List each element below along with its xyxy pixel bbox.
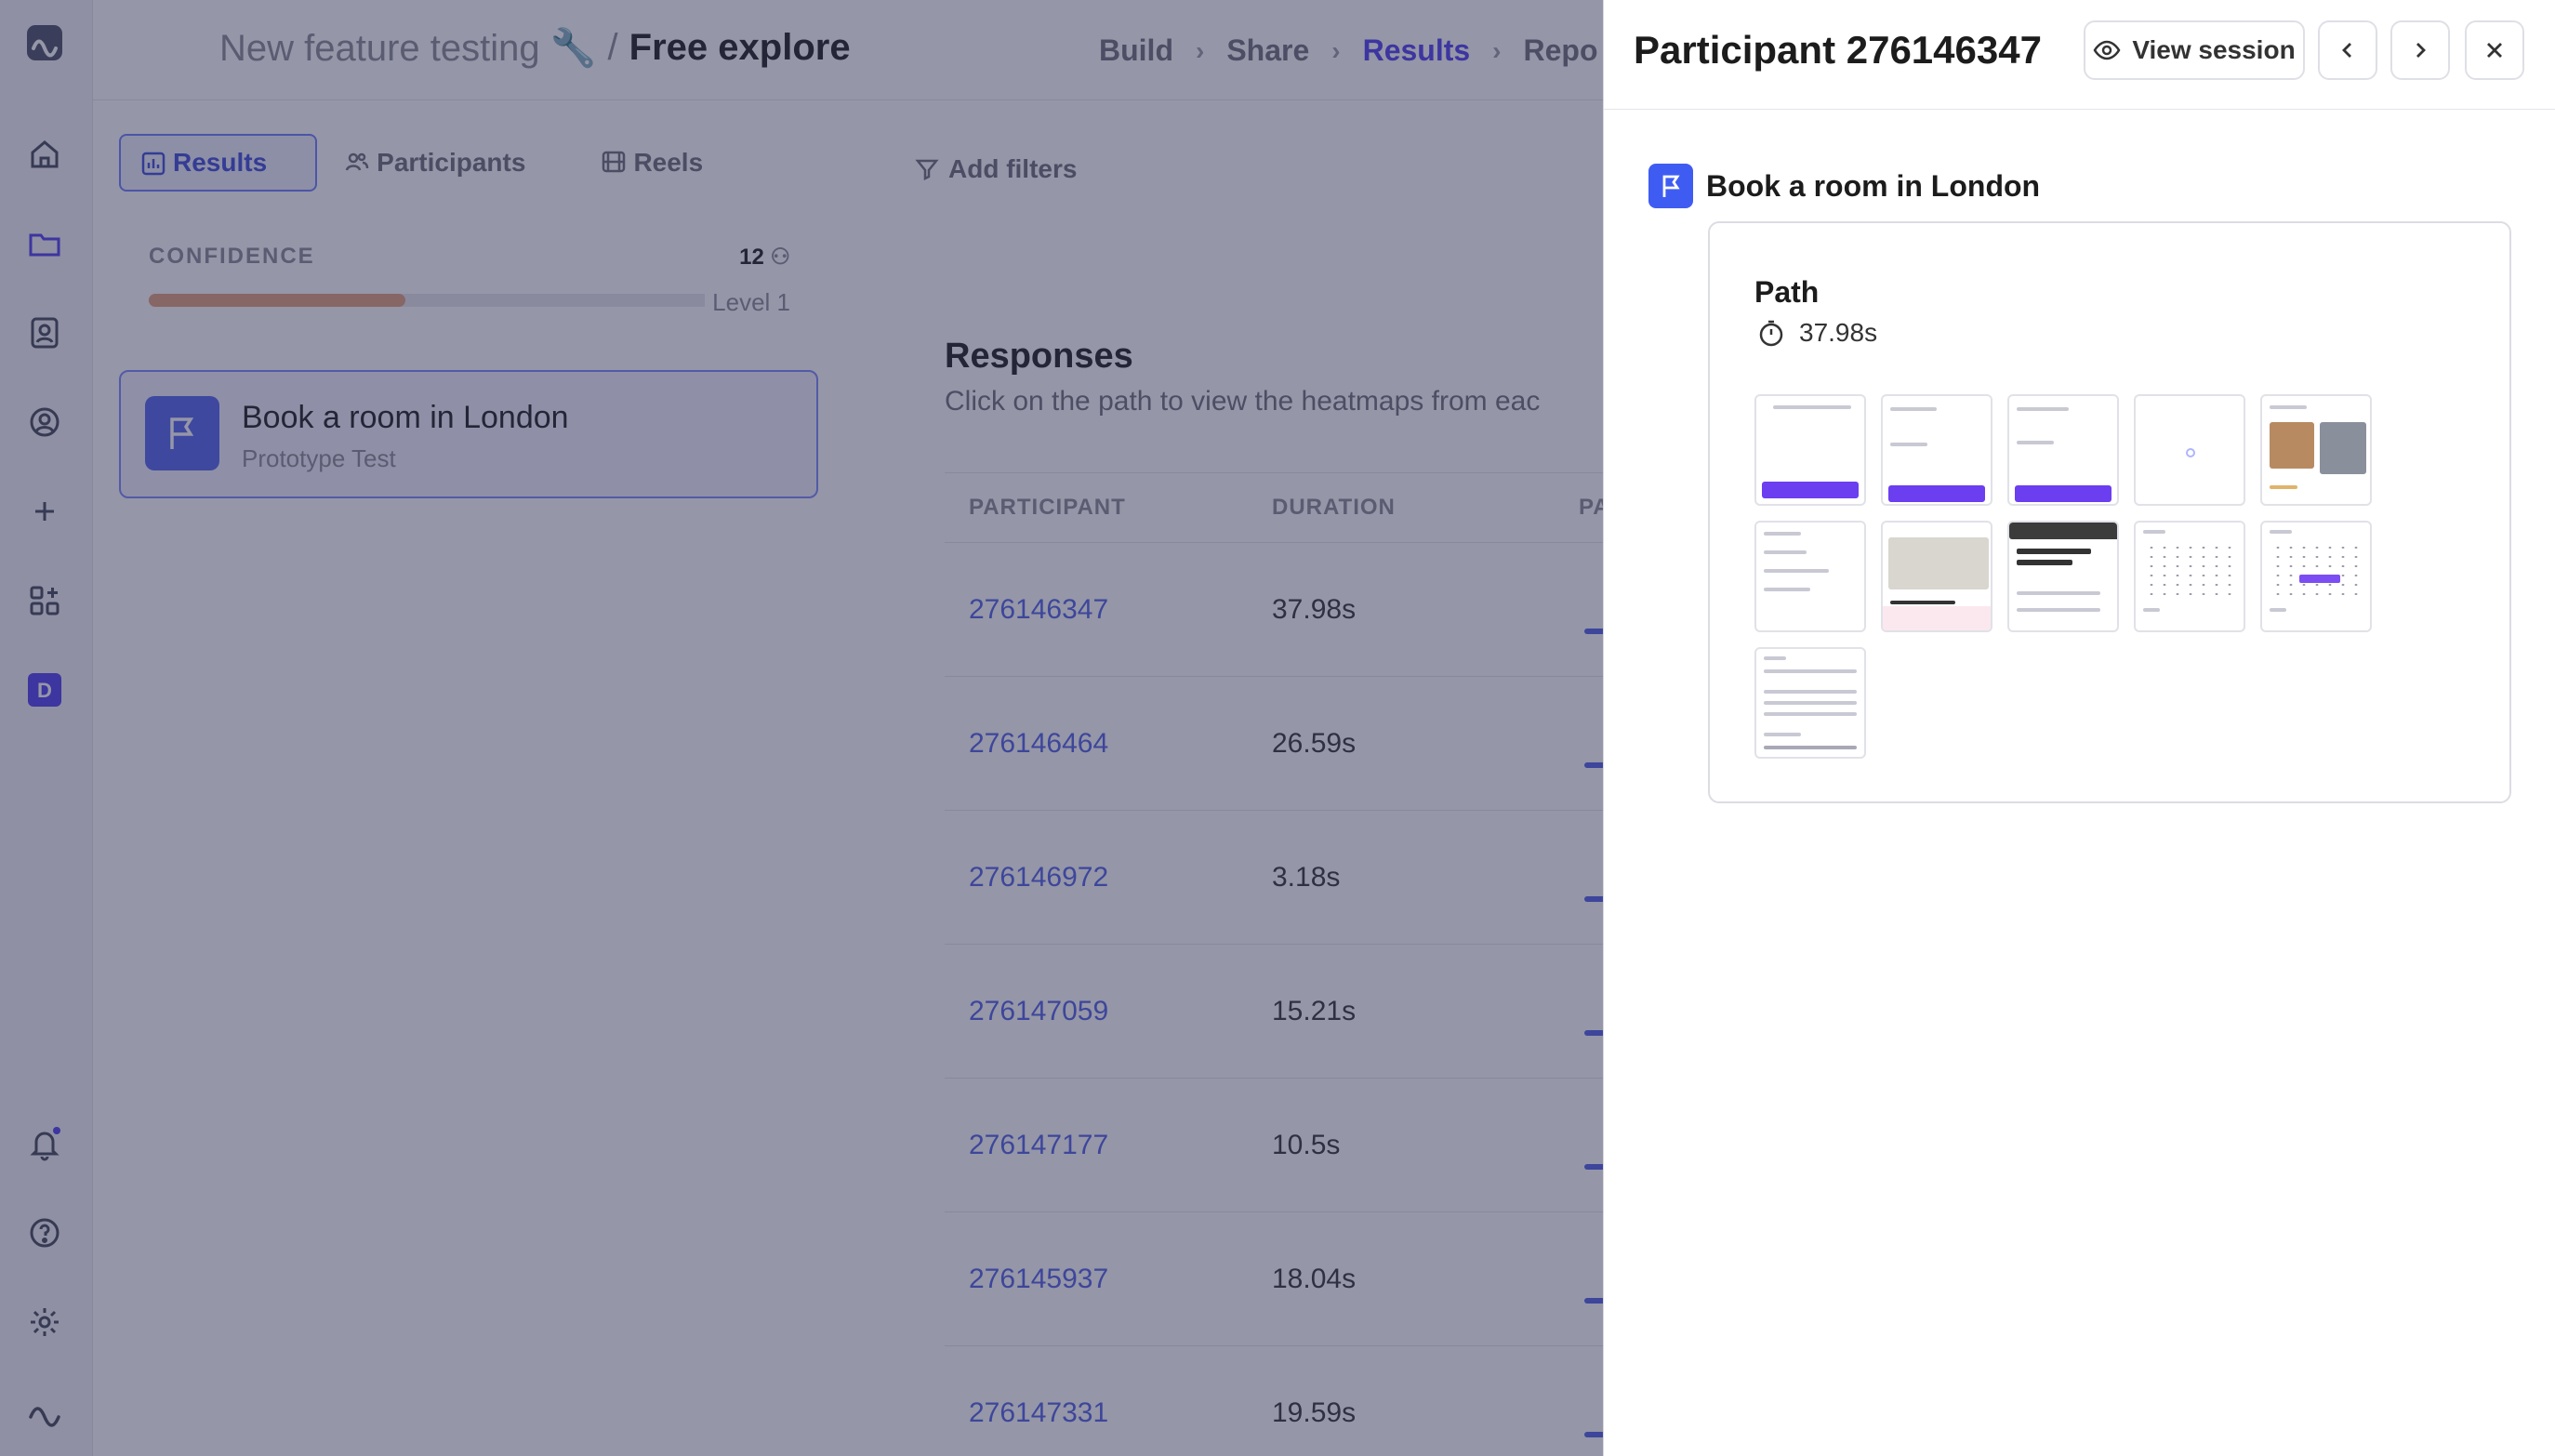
screen-thumbnail[interactable] — [1881, 394, 1992, 506]
panel-header: Participant 276146347 View session — [1604, 0, 2555, 110]
screen-thumbnail[interactable] — [1754, 521, 1866, 632]
panel-task-title: Book a room in London — [1706, 168, 2041, 203]
app: D New feature testing 🔧 / Free explore B… — [0, 0, 2555, 1456]
next-participant-button[interactable] — [2390, 20, 2450, 80]
close-icon — [2487, 43, 2502, 58]
path-duration-value: 37.98s — [1799, 318, 1878, 347]
stopwatch-icon — [1759, 320, 1783, 347]
screen-thumbnail[interactable] — [2134, 394, 2245, 506]
screen-thumbnail[interactable] — [2260, 394, 2372, 506]
panel-task-heading: Book a room in London — [1648, 164, 2040, 208]
chevron-right-icon — [2416, 43, 2426, 58]
screen-thumbnail[interactable] — [1754, 394, 1866, 506]
previous-participant-button[interactable] — [2318, 20, 2377, 80]
screen-thumbnail[interactable] — [1881, 521, 1992, 632]
eye-icon — [2093, 40, 2121, 60]
view-session-button[interactable]: View session — [2084, 20, 2305, 80]
modal-backdrop[interactable] — [0, 0, 1603, 1456]
flag-icon — [1648, 164, 1693, 208]
screen-thumbnail[interactable] — [2007, 394, 2119, 506]
view-session-label: View session — [2132, 35, 2296, 64]
participant-panel: Participant 276146347 View session Book … — [1603, 0, 2555, 1456]
path-duration: 37.98s — [1756, 318, 1877, 348]
chevron-left-icon — [2342, 43, 2351, 58]
screen-thumbnail[interactable] — [2260, 521, 2372, 632]
screen-thumbnail[interactable] — [1754, 647, 1866, 759]
screen-thumbnail[interactable] — [2134, 521, 2245, 632]
path-card: Path 37.98s — [1708, 221, 2511, 803]
participant-title: Participant 276146347 — [1634, 28, 2042, 72]
screen-thumbnail[interactable] — [2007, 521, 2119, 632]
close-panel-button[interactable] — [2465, 20, 2524, 80]
path-label: Path — [1754, 275, 1820, 309]
